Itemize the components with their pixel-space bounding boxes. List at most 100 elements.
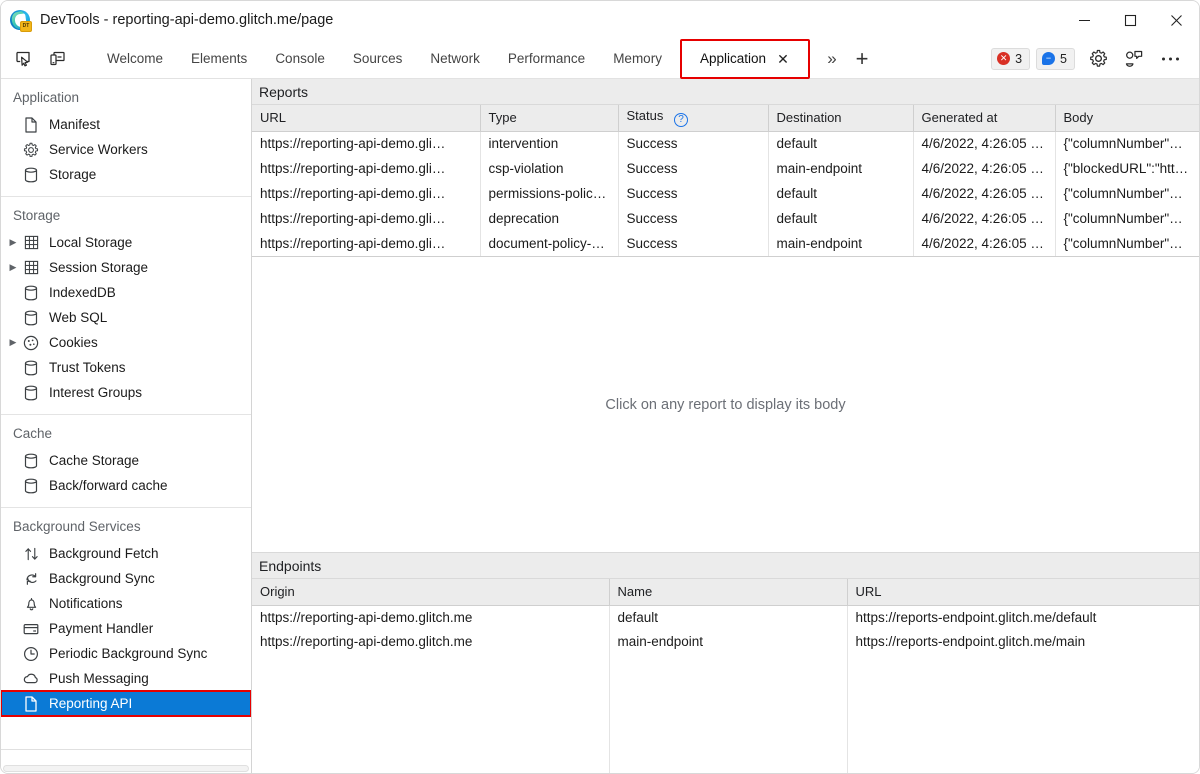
expand-twisty-icon[interactable]: ▶: [5, 262, 21, 273]
reports-col-status[interactable]: Status ?: [618, 105, 769, 132]
tab-network[interactable]: Network: [416, 44, 494, 74]
sidebar-item-push-messaging[interactable]: ▶ Push Messaging: [1, 666, 251, 691]
cell-body: {"columnNumber"…: [1063, 236, 1183, 251]
filler-cell: [252, 655, 610, 773]
message-icon: −: [1042, 52, 1056, 65]
status-help-icon[interactable]: ?: [673, 113, 688, 128]
sidebar-scroll-area: Application ▶ Manifest ▶ Service Work: [1, 79, 251, 749]
sidebar-item-label: Back/forward cache: [49, 478, 168, 493]
maximize-button[interactable]: [1107, 1, 1153, 39]
sidebar-item-storage[interactable]: ▶ Storage: [1, 162, 251, 187]
table-row[interactable]: https://reporting-api-demo.glitch.me mai…: [252, 630, 1199, 655]
sidebar-horizontal-scrollbar[interactable]: [3, 765, 249, 772]
reports-col-generated-at[interactable]: Generated at: [913, 105, 1056, 132]
reports-col-destination[interactable]: Destination: [768, 105, 914, 132]
sidebar-item-indexeddb[interactable]: ▶ IndexedDB: [1, 280, 251, 305]
sidebar-group-title: Background Services: [13, 519, 141, 534]
sidebar-item-payment-handler[interactable]: ▶ Payment Handler: [1, 616, 251, 641]
table-row[interactable]: https://reporting-api-demo.glitch.me def…: [252, 605, 1199, 630]
sidebar-item-session-storage[interactable]: ▶ Session Storage: [1, 255, 251, 280]
twisty-spacer: ▶: [5, 598, 21, 609]
cell-generated-at: 4/6/2022, 4:26:05 …: [913, 231, 1056, 256]
sidebar-item-local-storage[interactable]: ▶ Local Storage: [1, 230, 251, 255]
endpoints-col-name[interactable]: Name: [609, 579, 848, 606]
edge-devtools-icon: DT: [10, 10, 32, 32]
sidebar-item-web-sql[interactable]: ▶ Web SQL: [1, 305, 251, 330]
cell-origin: https://reporting-api-demo.glitch.me: [252, 605, 610, 630]
endpoints-section-title: Endpoints: [252, 553, 1199, 579]
expand-twisty-icon[interactable]: ▶: [5, 237, 21, 248]
sidebar-item-cookies[interactable]: ▶ Cookies: [1, 330, 251, 355]
sidebar-item-label: Service Workers: [49, 142, 148, 157]
message-counter[interactable]: − 5: [1036, 47, 1075, 70]
report-body-placeholder: Click on any report to display its body: [605, 396, 846, 413]
tab-close-icon[interactable]: ✕: [776, 52, 790, 66]
minimize-button[interactable]: [1061, 1, 1107, 39]
database-icon: [21, 284, 41, 302]
more-options-icon[interactable]: [1155, 45, 1185, 73]
sidebar-item-service-workers[interactable]: ▶ Service Workers: [1, 137, 251, 162]
sidebar-item-reporting-api[interactable]: ▶ Reporting API: [1, 690, 251, 717]
reports-col-type[interactable]: Type: [480, 105, 619, 132]
twisty-spacer: ▶: [5, 119, 21, 130]
cookie-icon: [21, 334, 41, 352]
sidebar-item-periodic-background-sync[interactable]: ▶ Periodic Background Sync: [1, 641, 251, 666]
error-counter[interactable]: ✕ 3: [991, 47, 1031, 70]
endpoints-col-origin[interactable]: Origin: [252, 579, 610, 606]
sidebar-item-manifest[interactable]: ▶ Manifest: [1, 112, 251, 137]
database-icon: [21, 452, 41, 470]
reports-col-url[interactable]: URL: [252, 105, 481, 132]
cell-destination: main-endpoint: [768, 156, 914, 181]
arrows-updown-icon: [21, 545, 41, 563]
add-panel-button[interactable]: +: [846, 45, 878, 73]
devtools-customize-icon[interactable]: [1119, 45, 1149, 73]
table-row[interactable]: https://reporting-api-demo.gli… permissi…: [252, 181, 1199, 206]
endpoints-col-url[interactable]: URL: [847, 579, 1199, 606]
inspect-element-icon[interactable]: [9, 45, 39, 73]
sidebar-item-notifications[interactable]: ▶ Notifications: [1, 591, 251, 616]
table-row[interactable]: https://reporting-api-demo.gli… interven…: [252, 131, 1199, 156]
sidebar-item-label: Session Storage: [49, 260, 149, 275]
cell-destination: default: [768, 181, 914, 206]
table-icon: [21, 259, 41, 277]
tab-application[interactable]: Application ✕: [685, 43, 804, 74]
tab-performance[interactable]: Performance: [494, 44, 599, 74]
more-tabs-icon[interactable]: »: [818, 45, 846, 73]
sidebar-group-storage: Storage ▶ Local Storage ▶ Session Storag…: [1, 196, 251, 414]
sidebar-footer: [1, 749, 251, 773]
expand-twisty-icon[interactable]: ▶: [5, 337, 21, 348]
sidebar-item-background-sync[interactable]: ▶ Background Sync: [1, 566, 251, 591]
report-body-pane: Click on any report to display its body: [252, 257, 1199, 553]
cell-name: main-endpoint: [609, 630, 848, 655]
tab-sources[interactable]: Sources: [339, 44, 417, 74]
tab-memory[interactable]: Memory: [599, 44, 676, 74]
toolbar-right: ✕ 3 − 5: [991, 45, 1199, 73]
device-toolbar-icon[interactable]: [43, 45, 73, 73]
reports-section-title: Reports: [252, 79, 1199, 105]
cell-url: https://reporting-api-demo.gli…: [252, 206, 481, 231]
sidebar-item-background-fetch[interactable]: ▶ Background Fetch: [1, 541, 251, 566]
database-icon: [21, 309, 41, 327]
reports-col-body[interactable]: Body: [1055, 105, 1199, 132]
sidebar-item-back-forward-cache[interactable]: ▶ Back/forward cache: [1, 473, 251, 498]
tab-welcome[interactable]: Welcome: [93, 44, 177, 74]
table-row[interactable]: https://reporting-api-demo.gli… csp-viol…: [252, 156, 1199, 181]
close-button[interactable]: [1153, 1, 1199, 39]
cell-destination: main-endpoint: [768, 231, 914, 256]
gear-icon[interactable]: [1083, 45, 1113, 73]
sidebar-item-trust-tokens[interactable]: ▶ Trust Tokens: [1, 355, 251, 380]
sidebar-item-interest-groups[interactable]: ▶ Interest Groups: [1, 380, 251, 405]
sidebar-item-cache-storage[interactable]: ▶ Cache Storage: [1, 448, 251, 473]
cell-url: https://reporting-api-demo.gli…: [252, 231, 481, 256]
tab-elements[interactable]: Elements: [177, 44, 261, 74]
twisty-spacer: ▶: [5, 623, 21, 634]
twisty-spacer: ▶: [5, 144, 21, 155]
twisty-spacer: ▶: [5, 287, 21, 298]
cell-status: Success: [618, 206, 769, 231]
sidebar-group-cache: Cache ▶ Cache Storage ▶ Back/forward: [1, 414, 251, 507]
cell-generated-at: 4/6/2022, 4:26:05 …: [913, 181, 1056, 206]
cell-destination: default: [768, 206, 914, 231]
table-row[interactable]: https://reporting-api-demo.gli… deprecat…: [252, 206, 1199, 231]
tab-console[interactable]: Console: [261, 44, 339, 74]
table-row[interactable]: https://reporting-api-demo.gli… document…: [252, 231, 1199, 256]
